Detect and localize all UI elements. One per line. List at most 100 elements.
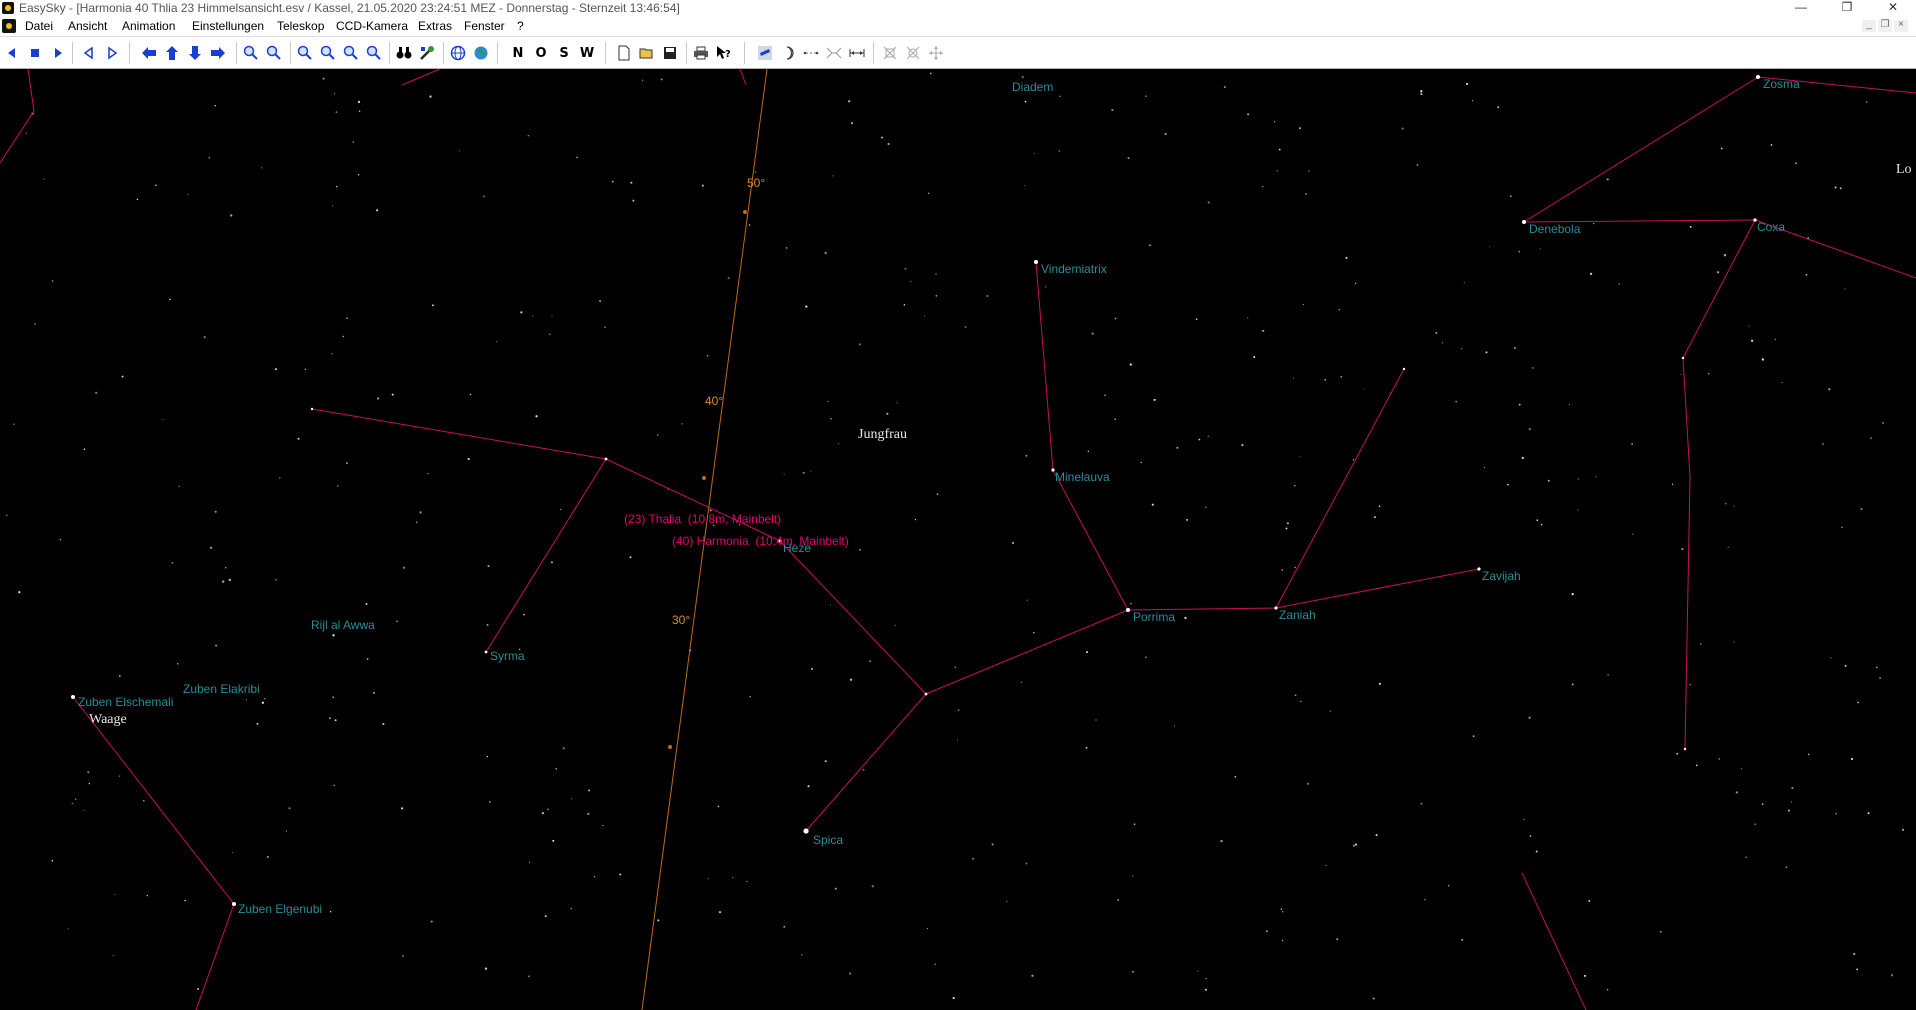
star-unnamed[interactable] xyxy=(924,692,928,696)
zoom-out-icon[interactable] xyxy=(265,44,283,62)
background-star xyxy=(1298,127,1301,130)
star-zavijah[interactable] xyxy=(1477,567,1481,571)
background-star xyxy=(1151,503,1154,506)
zoom-field-2-icon[interactable] xyxy=(319,44,337,62)
star-porrima[interactable] xyxy=(1126,608,1130,612)
label-zosma[interactable]: Zosma xyxy=(1763,77,1800,91)
binoculars-icon[interactable] xyxy=(395,44,413,62)
tools-icon[interactable] xyxy=(418,44,436,62)
background-star xyxy=(1689,225,1692,228)
minimize-button[interactable]: — xyxy=(1786,0,1816,16)
label-vindemiatrix[interactable]: Vindemiatrix xyxy=(1041,262,1107,276)
pan-down-icon[interactable] xyxy=(186,44,204,62)
globe-icon[interactable] xyxy=(472,44,490,62)
horizon-view-icon[interactable] xyxy=(449,44,467,62)
context-help-icon[interactable]: ? xyxy=(715,44,733,62)
disabled-tool-1-icon[interactable] xyxy=(881,44,899,62)
menu-einstellungen[interactable]: Einstellungen xyxy=(192,19,264,33)
star-unnamed[interactable] xyxy=(1402,367,1406,371)
document-system-menu-icon[interactable] xyxy=(2,19,16,33)
star-zosma[interactable] xyxy=(1756,75,1760,79)
label-zuben-elgenubi[interactable]: Zuben Elgenubi xyxy=(238,902,322,916)
star-unnamed[interactable] xyxy=(1683,747,1687,751)
star-syrma[interactable] xyxy=(484,650,488,654)
background-star xyxy=(184,899,186,902)
background-star xyxy=(862,768,865,771)
label-coxa[interactable]: Coxa xyxy=(1757,220,1785,234)
mdi-close-button[interactable]: × xyxy=(1894,20,1908,32)
stop-icon[interactable] xyxy=(26,44,44,62)
open-folder-icon[interactable] xyxy=(638,44,656,62)
label-rijl-al-awwa[interactable]: Rijl al Awwa xyxy=(311,618,375,632)
constellation-figures-icon[interactable] xyxy=(825,44,843,62)
label-spica[interactable]: Spica xyxy=(813,833,843,847)
star-vindemiatrix[interactable] xyxy=(1034,260,1038,264)
restore-button[interactable]: ❐ xyxy=(1832,0,1862,16)
sky-chart-canvas[interactable] xyxy=(0,69,1916,1010)
label-porrima[interactable]: Porrima xyxy=(1133,610,1175,624)
step-forward-icon[interactable] xyxy=(103,44,121,62)
save-icon[interactable] xyxy=(661,44,679,62)
constellation-lines-icon[interactable] xyxy=(802,44,820,62)
zoom-field-3-icon[interactable] xyxy=(342,44,360,62)
pan-right-icon[interactable] xyxy=(209,44,227,62)
constellation-name-virgo[interactable]: Jungfrau xyxy=(858,427,907,443)
menu-extras[interactable]: Extras xyxy=(418,19,452,33)
step-backward-icon[interactable] xyxy=(80,44,98,62)
menu-datei[interactable]: Datei xyxy=(25,19,53,33)
easysky-app-icon[interactable] xyxy=(2,2,14,14)
star-denebola[interactable] xyxy=(1522,220,1526,224)
mdi-minimize-button[interactable]: _ xyxy=(1862,20,1876,32)
menu-help[interactable]: ? xyxy=(517,19,524,33)
label-diadem[interactable]: Diadem xyxy=(1012,80,1053,94)
menu-animation[interactable]: Animation xyxy=(122,19,175,33)
zoom-field-1-icon[interactable] xyxy=(296,44,314,62)
disabled-tool-2-icon[interactable] xyxy=(904,44,922,62)
constellation-name-libra[interactable]: Waage xyxy=(89,712,127,728)
background-star xyxy=(1338,308,1341,311)
measure-distance-icon[interactable] xyxy=(848,44,866,62)
menu-ccd-kamera[interactable]: CCD-Kamera xyxy=(336,19,408,33)
play-backward-icon[interactable] xyxy=(3,44,21,62)
print-icon[interactable] xyxy=(692,44,710,62)
mdi-restore-button[interactable]: ❐ xyxy=(1878,20,1892,32)
label-zaniah[interactable]: Zaniah xyxy=(1279,608,1316,622)
moon-icon[interactable] xyxy=(779,44,797,62)
move-icon[interactable] xyxy=(927,44,945,62)
menu-teleskop[interactable]: Teleskop xyxy=(277,19,324,33)
view-east-button[interactable]: O xyxy=(532,44,550,62)
background-star xyxy=(1718,758,1721,760)
view-south-button[interactable]: S xyxy=(555,44,573,62)
asteroid-label-thalia[interactable]: (23) Thalia (10.8m, Mainbelt) xyxy=(624,512,781,526)
label-syrma[interactable]: Syrma xyxy=(490,649,525,663)
asteroid-label-harmonia[interactable]: (40) Harmonia (10.4m, Mainbelt) xyxy=(672,534,849,548)
view-west-button[interactable]: W xyxy=(578,44,596,62)
star-unnamed[interactable] xyxy=(310,407,314,411)
sky-chart-view[interactable]: Diadem Zosma Denebola Coxa Vindemiatrix … xyxy=(0,69,1916,1010)
pan-up-icon[interactable] xyxy=(163,44,181,62)
star-unnamed[interactable] xyxy=(604,457,608,461)
star-spica[interactable] xyxy=(803,828,809,834)
play-forward-icon[interactable] xyxy=(49,44,67,62)
label-denebola[interactable]: Denebola xyxy=(1529,222,1580,236)
zoom-in-icon[interactable] xyxy=(242,44,260,62)
label-zuben-elakribi[interactable]: Zuben Elakribi xyxy=(183,682,260,696)
star-unnamed[interactable] xyxy=(1681,356,1685,360)
constellation-name-edge[interactable]: Lo xyxy=(1896,162,1912,178)
star-zaniah[interactable] xyxy=(1274,606,1278,610)
menu-ansicht[interactable]: Ansicht xyxy=(68,19,107,33)
star-zuben-elgenubi[interactable] xyxy=(232,902,236,906)
pan-left-icon[interactable] xyxy=(140,44,158,62)
background-star xyxy=(748,224,751,226)
star-zuben-elschemali[interactable] xyxy=(71,695,75,699)
label-minelauva[interactable]: Minelauva xyxy=(1055,470,1110,484)
zoom-field-4-icon[interactable] xyxy=(365,44,383,62)
label-zuben-elschemali[interactable]: Zuben Elschemali xyxy=(78,695,173,709)
view-north-button[interactable]: N xyxy=(509,44,527,62)
telescope-icon[interactable] xyxy=(756,44,774,62)
menu-fenster[interactable]: Fenster xyxy=(464,19,505,33)
new-file-icon[interactable] xyxy=(615,44,633,62)
label-zavijah[interactable]: Zavijah xyxy=(1482,569,1521,583)
background-star xyxy=(1761,358,1765,361)
close-button[interactable]: ✕ xyxy=(1878,0,1908,16)
